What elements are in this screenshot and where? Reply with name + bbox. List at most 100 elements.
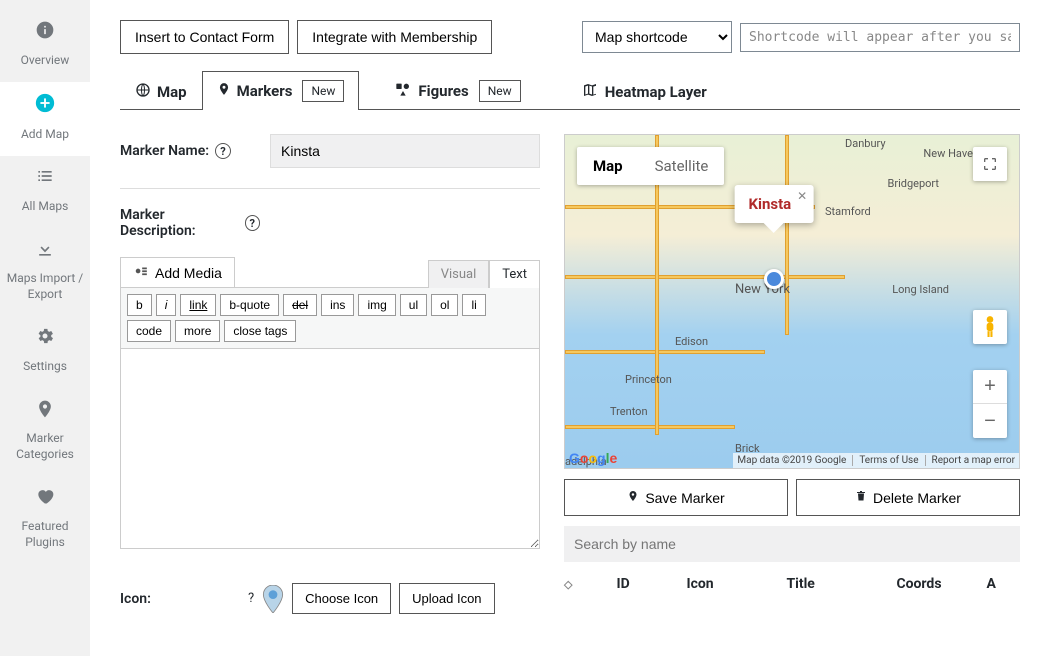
sidebar-item-featured-plugins[interactable]: Featured Plugins — [0, 476, 90, 564]
qt-li[interactable]: li — [462, 294, 485, 316]
qt-bquote[interactable]: b-quote — [220, 294, 279, 316]
gear-icon — [4, 326, 86, 355]
map-attribution: Map data ©2019 Google Terms of Use Repor… — [733, 453, 1019, 468]
list-icon — [4, 166, 86, 195]
help-icon[interactable]: ? — [248, 591, 254, 606]
delete-marker-button[interactable]: Delete Marker — [796, 479, 1020, 516]
new-badge[interactable]: New — [302, 80, 344, 102]
media-icon — [133, 264, 149, 281]
download-icon — [4, 239, 86, 268]
sort-icon[interactable]: ◇ — [564, 578, 572, 591]
upload-icon-button[interactable]: Upload Icon — [399, 583, 494, 614]
sidebar-item-all-maps[interactable]: All Maps — [0, 156, 90, 228]
qt-code[interactable]: code — [127, 320, 171, 342]
city-label: Long Island — [892, 283, 949, 296]
visual-tab-button[interactable]: Visual — [428, 260, 490, 288]
pin-icon — [627, 489, 639, 506]
qt-ol[interactable]: ol — [431, 294, 458, 316]
google-logo: Google — [569, 450, 617, 466]
qt-close[interactable]: close tags — [224, 320, 296, 342]
col-id[interactable]: ID — [616, 576, 656, 592]
zoom-controls: + − — [973, 370, 1007, 438]
sidebar-item-marker-categories[interactable]: Marker Categories — [0, 389, 90, 477]
choose-icon-button[interactable]: Choose Icon — [292, 583, 391, 614]
zoom-out-button[interactable]: − — [973, 404, 1007, 438]
tab-map[interactable]: Map — [120, 73, 202, 110]
col-title[interactable]: Title — [786, 576, 866, 592]
trash-icon — [855, 489, 867, 506]
tabs-row: Map Markers New Figures New Hea — [120, 74, 1020, 110]
new-badge[interactable]: New — [479, 80, 521, 102]
fullscreen-button[interactable] — [973, 147, 1007, 181]
sidebar-label: Marker Categories — [16, 431, 74, 461]
qt-link[interactable]: link — [180, 294, 216, 316]
report-link[interactable]: Report a map error — [925, 455, 1015, 466]
city-label: Edison — [675, 335, 708, 348]
sidebar-item-import-export[interactable]: Maps Import / Export — [0, 229, 90, 317]
sidebar-label: All Maps — [22, 199, 69, 213]
markers-table-header: ◇ ID Icon Title Coords A — [564, 562, 1020, 592]
map-type-satellite[interactable]: Satellite — [639, 147, 725, 185]
integrate-membership-button[interactable]: Integrate with Membership — [297, 20, 492, 54]
map-canvas[interactable]: Danbury New Haven Bridgeport Stamford Ne… — [564, 134, 1020, 469]
quicktags-toolbar: b i link b-quote del ins img ul ol li co… — [120, 287, 540, 349]
help-icon[interactable]: ? — [215, 143, 231, 159]
icon-label: Icon: — [120, 591, 151, 607]
sidebar: Overview Add Map All Maps Maps Import / … — [0, 0, 90, 656]
city-label: Bridgeport — [887, 177, 939, 190]
qt-bold[interactable]: b — [127, 294, 152, 316]
shapes-icon — [394, 81, 412, 101]
col-coords[interactable]: Coords — [896, 576, 956, 592]
add-media-button[interactable]: Add Media — [120, 257, 235, 288]
tab-markers[interactable]: Markers New — [202, 71, 360, 110]
main-content: Insert to Contact Form Integrate with Me… — [90, 0, 1050, 656]
col-a[interactable]: A — [986, 576, 996, 592]
sidebar-label: Overview — [21, 53, 70, 67]
qt-more[interactable]: more — [175, 320, 220, 342]
text-tab-button[interactable]: Text — [489, 260, 540, 288]
sidebar-label: Settings — [23, 359, 67, 373]
map-type-switcher: Map Satellite — [577, 147, 724, 185]
sidebar-item-overview[interactable]: Overview — [0, 10, 90, 82]
city-label: Princeton — [625, 373, 672, 386]
heart-icon — [4, 486, 86, 515]
help-icon[interactable]: ? — [245, 215, 260, 231]
qt-del[interactable]: del — [283, 294, 317, 316]
map-icon — [581, 82, 599, 102]
tab-figures[interactable]: Figures New — [379, 71, 535, 110]
map-marker-pin[interactable] — [764, 269, 784, 289]
city-label: New Haven — [923, 147, 979, 160]
qt-img[interactable]: img — [358, 294, 395, 316]
city-label: Stamford — [825, 205, 871, 218]
col-icon[interactable]: Icon — [686, 576, 756, 592]
shortcode-output[interactable] — [740, 23, 1020, 52]
sidebar-item-add-map[interactable]: Add Map — [0, 82, 90, 156]
sidebar-item-settings[interactable]: Settings — [0, 316, 90, 388]
zoom-in-button[interactable]: + — [973, 370, 1007, 404]
marker-name-label: Marker Name: — [120, 143, 209, 159]
qt-ul[interactable]: ul — [400, 294, 427, 316]
map-type-map[interactable]: Map — [577, 147, 639, 185]
shortcode-select[interactable]: Map shortcode — [582, 21, 732, 53]
info-icon — [4, 20, 86, 49]
marker-icon-preview — [262, 585, 284, 613]
marker-description-textarea[interactable] — [120, 349, 540, 549]
plus-circle-icon — [4, 92, 86, 123]
marker-name-input[interactable] — [270, 134, 540, 168]
globe-icon — [135, 82, 151, 102]
marker-description-label: Marker Description: — [120, 207, 239, 239]
search-markers-input[interactable] — [564, 526, 1020, 562]
topbar: Insert to Contact Form Integrate with Me… — [120, 20, 1020, 54]
insert-contact-form-button[interactable]: Insert to Contact Form — [120, 20, 289, 54]
sidebar-label: Maps Import / Export — [7, 271, 84, 301]
close-icon[interactable]: ✕ — [797, 189, 807, 203]
tab-heatmap[interactable]: Heatmap Layer — [566, 73, 722, 110]
qt-italic[interactable]: i — [156, 294, 177, 316]
pin-icon — [4, 399, 86, 428]
terms-link[interactable]: Terms of Use — [852, 455, 918, 466]
qt-ins[interactable]: ins — [321, 294, 354, 316]
sidebar-label: Add Map — [21, 127, 69, 141]
save-marker-button[interactable]: Save Marker — [564, 479, 788, 516]
pegman-icon[interactable] — [973, 310, 1007, 344]
city-label: Trenton — [610, 405, 648, 418]
